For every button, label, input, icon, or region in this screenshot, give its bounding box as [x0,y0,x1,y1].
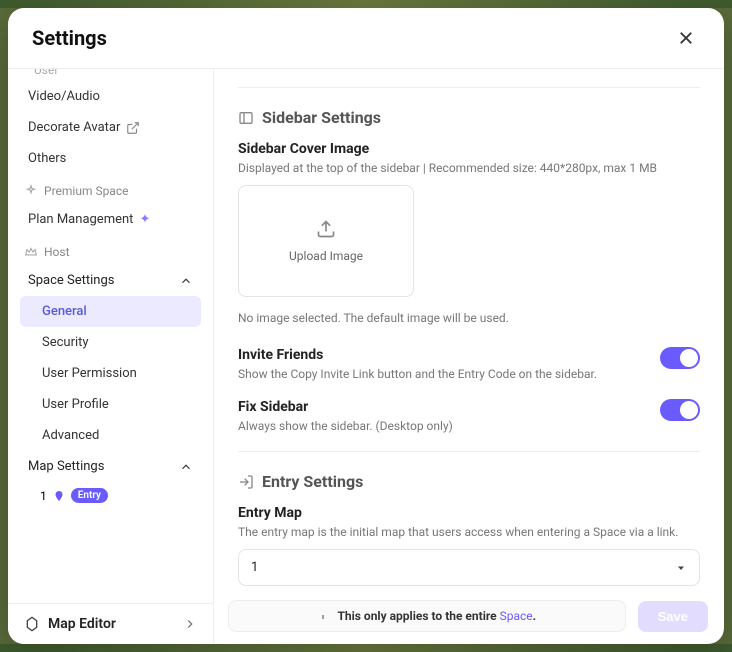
sidebar-footer-map-editor[interactable]: Map Editor [8,603,213,644]
map-editor-label: Map Editor [48,616,116,632]
entry-map-value: 1 [251,560,258,575]
section-entry-settings: Entry Settings [238,472,700,491]
sparkles-icon [24,184,38,198]
space-link[interactable]: Space [500,609,533,623]
sidebar-item-security[interactable]: Security [20,327,201,358]
chevron-up-icon [179,274,193,288]
sidebar-item-user[interactable]: User [20,69,201,81]
sidebar-item-label: Plan Management [28,212,133,227]
entry-map-desc: The entry map is the initial map that us… [238,525,700,539]
crown-icon [24,245,38,259]
sidebar-item-general[interactable]: General [20,296,201,327]
caret-down-icon [675,562,687,574]
sidebar-item-others[interactable]: Others [20,143,201,174]
no-image-note: No image selected. The default image wil… [238,311,700,325]
info-icon [317,610,329,622]
fix-sidebar-desc: Always show the sidebar. (Desktop only) [238,419,644,433]
sidebar-icon [238,110,254,126]
entry-map-title: Entry Map [238,505,700,521]
sidebar-item-label: Decorate Avatar [28,120,120,135]
external-link-icon [126,121,140,135]
sidebar-item-label: Security [42,335,89,350]
entry-badge: Entry [71,488,108,503]
sidebar-item-label: Video/Audio [28,89,100,104]
close-icon [677,29,695,47]
sidebar-section-host: Host [20,235,201,265]
chevron-right-icon [183,617,197,631]
divider [238,87,700,88]
settings-content[interactable]: Sidebar Settings Sidebar Cover Image Dis… [214,69,724,644]
cover-image-desc: Displayed at the top of the sidebar | Re… [238,161,700,175]
sidebar-map-row[interactable]: 1 Entry [20,482,201,509]
sidebar-item-label: User Permission [42,366,137,381]
sparkles-icon: ✦ [139,212,150,227]
cover-image-title: Sidebar Cover Image [238,141,700,157]
sidebar-item-label: Map Settings [28,459,104,474]
save-button[interactable]: Save [638,601,708,632]
settings-sidebar: User Video/Audio Decorate Avatar Others … [8,69,214,644]
entry-icon [238,474,254,490]
sidebar-item-user-profile[interactable]: User Profile [20,389,201,420]
settings-modal: Settings User Video/Audio Decorate Avata… [8,8,724,644]
sidebar-section-premium: Premium Space [20,174,201,204]
sidebar-item-plan-management[interactable]: Plan Management ✦ [20,204,201,235]
info-notice: This only applies to the entire Space. [228,600,626,632]
sidebar-item-label: Advanced [42,428,99,443]
invite-friends-toggle[interactable] [660,347,700,369]
invite-friends-desc: Show the Copy Invite Link button and the… [238,367,644,381]
divider [238,451,700,452]
upload-label: Upload Image [289,249,363,263]
sidebar-item-label: General [42,304,87,319]
sidebar-item-decorate-avatar[interactable]: Decorate Avatar [20,112,201,143]
sidebar-item-label: Others [28,151,66,166]
map-editor-icon [24,616,40,632]
bottom-bar: This only applies to the entire Space. S… [228,600,708,632]
sidebar-item-user-permission[interactable]: User Permission [20,358,201,389]
sidebar-item-label: Space Settings [28,273,114,288]
map-number: 1 [40,489,47,503]
section-sidebar-settings: Sidebar Settings [238,108,700,127]
invite-friends-title: Invite Friends [238,347,644,363]
entry-map-select[interactable]: 1 [238,549,700,586]
modal-header: Settings [8,8,724,69]
chevron-up-icon [179,460,193,474]
sidebar-item-space-settings[interactable]: Space Settings [20,265,201,296]
sidebar-item-video-audio[interactable]: Video/Audio [20,81,201,112]
close-button[interactable] [672,24,700,52]
sidebar-item-advanced[interactable]: Advanced [20,420,201,451]
pin-icon [53,490,65,502]
modal-title: Settings [32,26,107,50]
sidebar-item-label: User Profile [42,397,109,412]
upload-icon [316,219,336,239]
sidebar-item-map-settings[interactable]: Map Settings [20,451,201,482]
upload-image-box[interactable]: Upload Image [238,185,414,297]
fix-sidebar-toggle[interactable] [660,399,700,421]
fix-sidebar-title: Fix Sidebar [238,399,644,415]
